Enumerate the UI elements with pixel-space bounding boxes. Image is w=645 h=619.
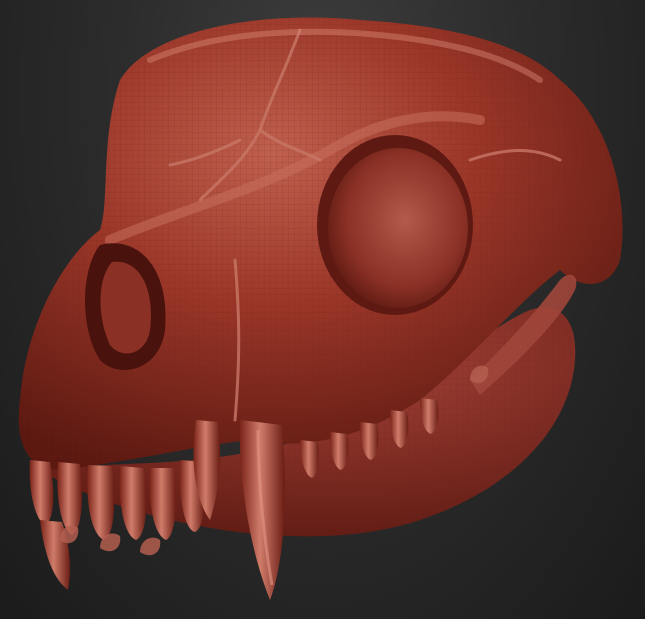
skull-model[interactable] <box>0 0 645 619</box>
eye-socket <box>317 135 473 315</box>
sculpt-viewport[interactable] <box>0 0 645 619</box>
